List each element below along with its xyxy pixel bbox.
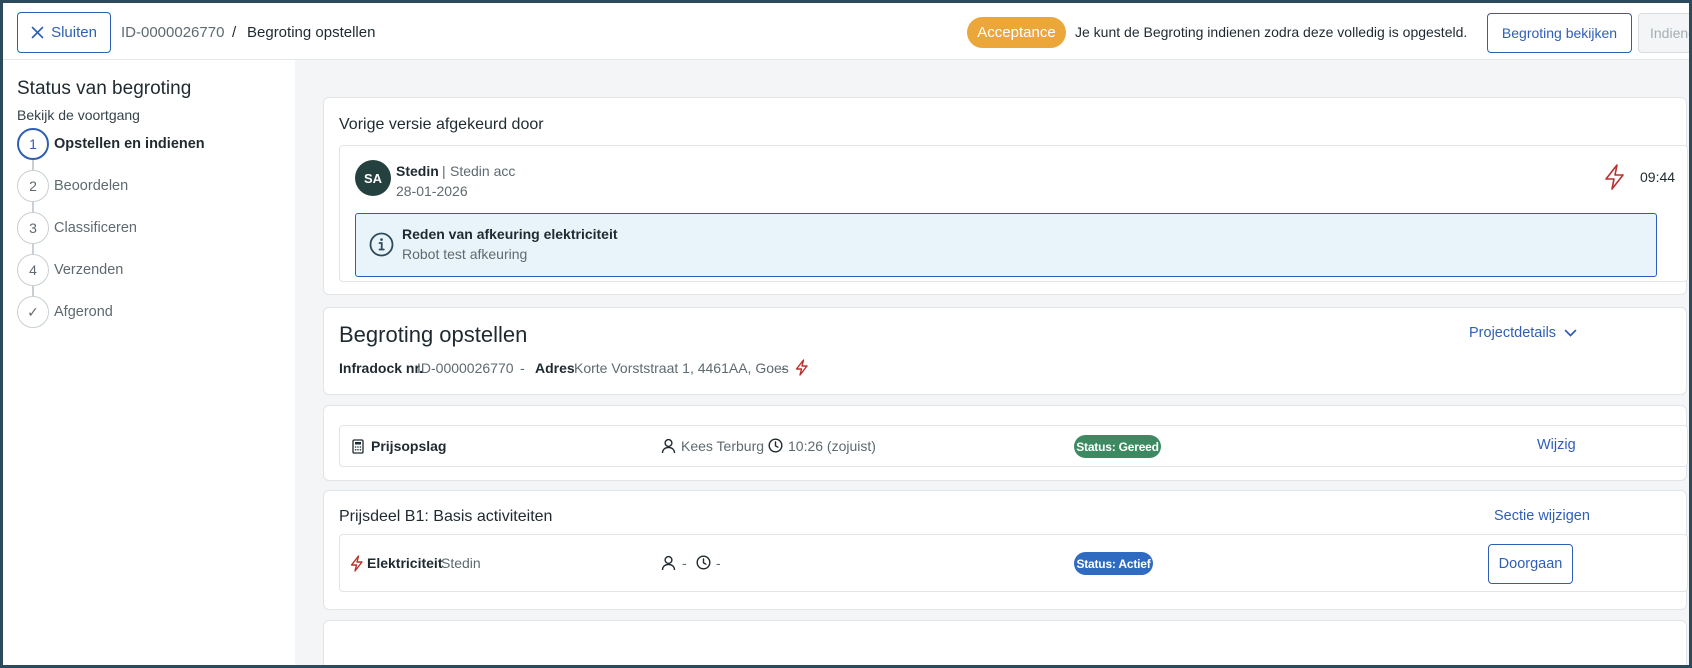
- row-org: Stedin: [441, 555, 481, 571]
- markup-label: Prijsopslag: [371, 438, 447, 454]
- chevron-down-icon: [1564, 329, 1577, 338]
- project-details-label: Projectdetails: [1469, 325, 1557, 341]
- row-label: Elektriciteit: [367, 555, 443, 571]
- rejection-card: Vorige versie afgekeurd door SA Stedin |…: [323, 97, 1688, 295]
- view-budget-button[interactable]: Begroting bekijken: [1487, 13, 1632, 53]
- submit-button[interactable]: Indienen: [1638, 13, 1689, 53]
- step-label: Afgerond: [54, 304, 113, 320]
- step-number: 2: [17, 170, 49, 202]
- breadcrumb-title: Begroting opstellen: [247, 24, 376, 41]
- avatar: SA: [355, 160, 391, 196]
- rejection-time: 09:44: [1640, 169, 1676, 185]
- clock-icon: [696, 555, 711, 570]
- rejection-title: Vorige versie afgekeurd door: [339, 116, 544, 133]
- app-window: Sluiten ID-0000026770 / Begroting opstel…: [3, 3, 1689, 665]
- budget-title: Begroting opstellen: [339, 322, 528, 347]
- address-value: Korte Vorststraat 1, 4461AA, Goes: [574, 360, 789, 376]
- checkmark-icon: ✓: [17, 296, 49, 328]
- infradock-label: Infradock nr.: [339, 360, 424, 376]
- step-label: Classificeren: [54, 220, 137, 236]
- close-icon: [31, 26, 44, 39]
- dash-separator: -: [781, 360, 786, 376]
- next-section-card: [323, 620, 1687, 665]
- rejection-user: Stedin acc: [450, 163, 516, 179]
- step-number: 3: [17, 212, 49, 244]
- step-label: Verzenden: [54, 262, 124, 278]
- section-row: Elektriciteit Stedin - - Status: Actief …: [339, 534, 1688, 592]
- rejection-entry: SA Stedin | Stedin acc 28-01-2026 09:44 …: [339, 145, 1688, 282]
- electricity-icon: [1604, 164, 1626, 190]
- electricity-icon: [795, 359, 809, 376]
- step-3: 3 Classificeren: [17, 212, 277, 244]
- step-label: Opstellen en indienen: [54, 136, 205, 152]
- row-user: -: [682, 555, 687, 571]
- edit-markup-link[interactable]: Wijzig: [1537, 437, 1576, 453]
- user-icon: [661, 555, 676, 571]
- breadcrumb-id: ID-0000026770: [121, 24, 225, 41]
- close-button[interactable]: Sluiten: [17, 12, 111, 53]
- continue-button[interactable]: Doorgaan: [1488, 544, 1573, 584]
- step-4: 4 Verzenden: [17, 254, 277, 286]
- infradock-value: ID-0000026770: [417, 360, 514, 376]
- dash-separator: -: [520, 360, 525, 376]
- user-icon: [661, 438, 676, 454]
- breadcrumb-separator: /: [232, 24, 237, 41]
- submit-hint: Je kunt de Begroting indienen zodra deze…: [1075, 24, 1468, 40]
- markup-card: Prijsopslag Kees Terburg 10:26 (zojuist)…: [323, 405, 1688, 481]
- rejection-date: 28-01-2026: [396, 183, 468, 199]
- close-label: Sluiten: [51, 24, 97, 41]
- step-number: 4: [17, 254, 49, 286]
- step-number: 1: [17, 128, 49, 160]
- electricity-icon: [350, 555, 364, 572]
- step-connector: [32, 244, 34, 254]
- project-details-toggle[interactable]: Projectdetails: [1469, 325, 1577, 341]
- clock-icon: [768, 438, 783, 453]
- markup-row: Prijsopslag Kees Terburg 10:26 (zojuist)…: [339, 425, 1688, 467]
- sidebar-subtitle: Bekijk de voortgang: [17, 107, 140, 123]
- markup-time: 10:26 (zojuist): [788, 438, 876, 454]
- rejection-reason: Reden van afkeuring elektriciteit Robot …: [355, 213, 1657, 277]
- budget-header-card: Begroting opstellen Projectdetails Infra…: [323, 307, 1687, 395]
- section-b1-title: Prijsdeel B1: Basis activiteiten: [339, 508, 553, 525]
- step-1: 1 Opstellen en indienen: [17, 128, 277, 160]
- environment-badge: Acceptance: [967, 17, 1066, 48]
- top-bar: Sluiten ID-0000026770 / Begroting opstel…: [3, 3, 1689, 60]
- step-connector: [32, 286, 34, 296]
- main-content: Vorige versie afgekeurd door SA Stedin |…: [295, 60, 1689, 665]
- step-5: ✓ Afgerond: [17, 296, 277, 328]
- rejection-org: Stedin: [396, 163, 439, 179]
- reason-title: Reden van afkeuring elektriciteit: [402, 226, 618, 242]
- rejection-org-separator: |: [442, 163, 446, 179]
- edit-section-link[interactable]: Sectie wijzigen: [1494, 508, 1590, 524]
- calculator-icon: [352, 439, 364, 454]
- reason-text: Robot test afkeuring: [402, 246, 528, 262]
- row-time: -: [716, 555, 721, 571]
- progress-sidebar: Status van begroting Bekijk de voortgang…: [3, 60, 295, 665]
- status-badge: Status: Gereed: [1074, 435, 1161, 458]
- address-label: Adres: [535, 360, 575, 376]
- sidebar-title: Status van begroting: [17, 78, 192, 99]
- markup-user: Kees Terburg: [681, 438, 765, 454]
- step-connector: [32, 160, 34, 170]
- section-b1-card: Prijsdeel B1: Basis activiteiten Sectie …: [323, 490, 1688, 610]
- step-label: Beoordelen: [54, 178, 129, 194]
- step-2: 2 Beoordelen: [17, 170, 277, 202]
- status-badge: Status: Actief: [1074, 552, 1153, 575]
- info-icon: [369, 232, 394, 257]
- step-connector: [32, 202, 34, 212]
